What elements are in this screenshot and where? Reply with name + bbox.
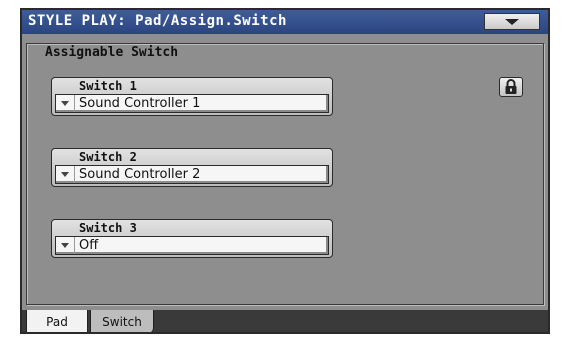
switch-1-value: Sound Controller 1 [79,96,201,111]
tab-pad[interactable]: Pad [26,310,88,332]
assignable-switch-group: Assignable Switch Switch 1 Sound Control… [26,43,544,305]
style-play-window: STYLE PLAY: Pad/Assign.Switch Assignable… [20,8,550,334]
switch-2-value: Sound Controller 2 [79,167,201,182]
switch-2-select[interactable]: Sound Controller 2 [55,165,329,184]
switch-3-label: Switch 3 [79,221,137,235]
switch-3-select[interactable]: Off [55,236,329,255]
switch-3-panel: Switch 3 Off [51,219,333,258]
tab-switch[interactable]: Switch [90,310,154,332]
page-title: STYLE PLAY: Pad/Assign.Switch [28,13,287,29]
page-menu-button[interactable] [484,13,540,30]
dropdown-arrow-icon [56,237,75,254]
main-panel: Assignable Switch Switch 1 Sound Control… [22,34,548,310]
tab-bar: Pad Switch [22,310,548,332]
dropdown-arrow-icon [56,95,75,112]
switch-1-label: Switch 1 [79,79,137,93]
chevron-down-icon [505,18,519,25]
lock-button[interactable] [499,77,523,97]
lock-icon [505,79,517,94]
switch-2-panel: Switch 2 Sound Controller 2 [51,148,333,187]
switch-1-panel: Switch 1 Sound Controller 1 [51,77,333,116]
switch-3-value: Off [79,238,99,253]
switch-1-select[interactable]: Sound Controller 1 [55,94,329,113]
switch-2-label: Switch 2 [79,150,137,164]
title-bar: STYLE PLAY: Pad/Assign.Switch [22,10,548,34]
group-title: Assignable Switch [41,45,183,60]
dropdown-arrow-icon [56,166,75,183]
